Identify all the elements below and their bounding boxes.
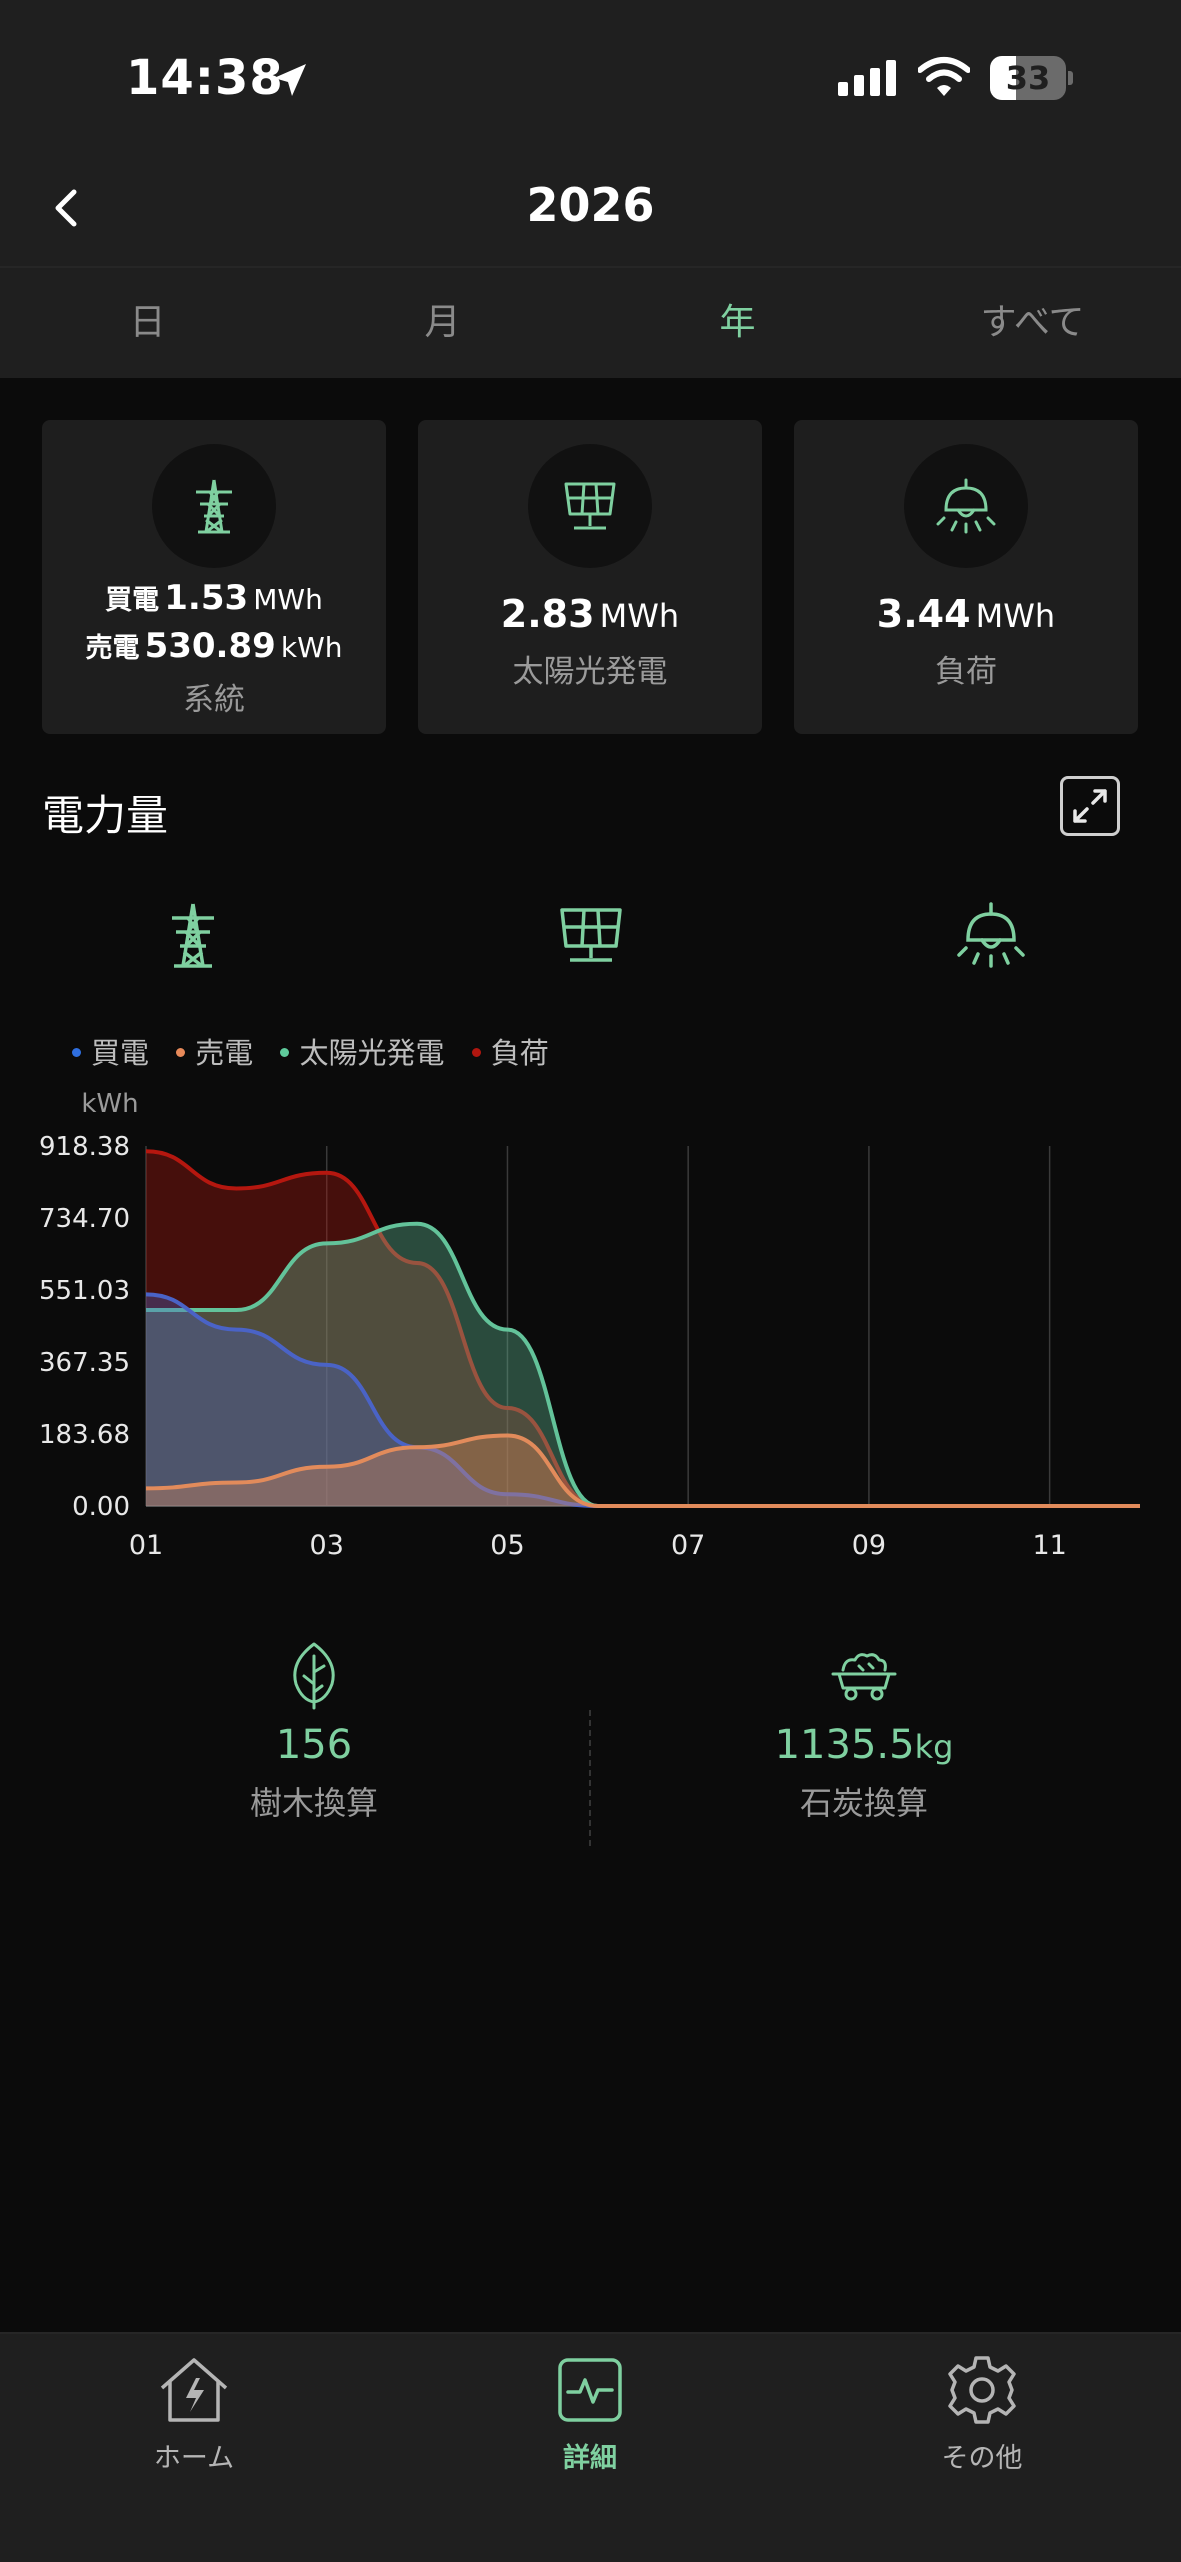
activity-icon <box>558 2358 622 2422</box>
gear-icon <box>948 2356 1016 2424</box>
summary-divider <box>589 1710 591 1846</box>
legend-item-solar[interactable]: 太陽光発電 <box>280 1030 444 1072</box>
period-tabs: 日 月 年 すべて <box>0 268 1181 378</box>
sell-value: 530.89 <box>144 626 276 666</box>
tree-label: 樹木換算 <box>249 1784 378 1822</box>
x-tick-label: 11 <box>1032 1530 1066 1561</box>
coal-label: 石炭換算 <box>799 1784 928 1822</box>
y-tick-label: 734.70 <box>39 1204 130 1234</box>
coal-cart-icon <box>831 1653 897 1701</box>
section-title: 電力量 <box>42 791 169 840</box>
transmission-tower-icon[interactable] <box>158 900 228 970</box>
x-tick-label: 09 <box>852 1530 886 1561</box>
coal-value: 1135.5 <box>774 1722 915 1768</box>
grid-caption: 系統 <box>183 682 245 718</box>
grid-card[interactable]: 買電 1.53 MWh 売電 530.89 kWh 系統 <box>42 420 386 734</box>
load-caption: 負荷 <box>935 654 997 690</box>
y-tick-label: 551.03 <box>39 1276 130 1306</box>
solar-caption: 太陽光発電 <box>512 654 668 690</box>
coal-equivalent: 1135.5kg 石炭換算 <box>654 1640 1074 1824</box>
y-tick-label: 183.68 <box>39 1420 130 1450</box>
load-value: 3.44 <box>876 592 971 636</box>
energy-chart[interactable]: kWh 918.38 734.70 551.03 367.35 183.68 0.00 01 0… <box>0 1080 1181 1580</box>
tab-year[interactable]: 年 <box>590 268 885 378</box>
expand-icon <box>1073 789 1107 823</box>
solar-value: 2.83 <box>500 592 595 636</box>
transmission-tower-icon <box>196 479 232 534</box>
fullscreen-button[interactable] <box>1060 776 1120 836</box>
ceiling-lamp-icon[interactable] <box>956 900 1026 970</box>
solar-unit: MWh <box>599 597 680 635</box>
y-tick-label: 918.38 <box>39 1132 130 1162</box>
battery-level: 33 <box>1005 59 1051 97</box>
wifi-icon <box>918 57 970 96</box>
chart-legend: 買電 売電 太陽光発電 負荷 <box>72 1030 567 1072</box>
x-tick-label: 01 <box>129 1530 163 1561</box>
tree-value: 156 <box>275 1722 353 1768</box>
y-tick-label: 367.35 <box>39 1348 130 1378</box>
x-tick-label: 07 <box>671 1530 705 1561</box>
location-arrow-icon <box>274 64 306 96</box>
status-time: 14:38 <box>126 50 284 106</box>
buy-label: 買電 <box>105 585 160 616</box>
tree-equivalent: 156 樹木換算 <box>104 1640 524 1824</box>
ceiling-lamp-icon <box>936 478 996 534</box>
battery-icon: 33 <box>990 56 1074 100</box>
sell-label: 売電 <box>85 633 140 664</box>
status-bar: 14:38 33 <box>0 0 1181 150</box>
bottom-tab-bar: ホーム 詳細 その他 <box>0 2332 1181 2562</box>
solar-panel-icon[interactable] <box>556 900 626 970</box>
sell-unit: kWh <box>280 631 343 664</box>
tabbar-more[interactable]: その他 <box>872 2354 1092 2475</box>
legend-item-buy[interactable]: 買電 <box>72 1030 149 1072</box>
tab-all[interactable]: すべて <box>885 268 1180 378</box>
y-axis-label: kWh <box>81 1089 138 1119</box>
cellular-signal-icon <box>838 60 896 96</box>
y-tick-label: 0.00 <box>72 1492 130 1522</box>
home-bolt-icon <box>160 2358 228 2422</box>
x-tick-label: 05 <box>490 1530 524 1561</box>
tab-month[interactable]: 月 <box>295 268 590 378</box>
buy-value: 1.53 <box>164 578 249 618</box>
navigation-bar: 2026 <box>0 150 1181 268</box>
legend-item-load[interactable]: 負荷 <box>471 1030 549 1072</box>
tabbar-details[interactable]: 詳細 <box>480 2354 700 2475</box>
buy-unit: MWh <box>253 583 323 616</box>
load-card[interactable]: 3.44 MWh 負荷 <box>794 420 1138 734</box>
tab-day[interactable]: 日 <box>0 268 295 378</box>
tabbar-home[interactable]: ホーム <box>84 2354 304 2475</box>
leaf-icon <box>293 1642 335 1710</box>
solar-card[interactable]: 2.83 MWh 太陽光発電 <box>418 420 762 734</box>
x-tick-label: 03 <box>310 1530 344 1561</box>
coal-unit: kg <box>914 1728 954 1766</box>
solar-panel-icon <box>564 482 616 530</box>
page-title: 2026 <box>526 178 655 232</box>
load-unit: MWh <box>975 597 1056 635</box>
legend-item-sell[interactable]: 売電 <box>176 1030 253 1072</box>
